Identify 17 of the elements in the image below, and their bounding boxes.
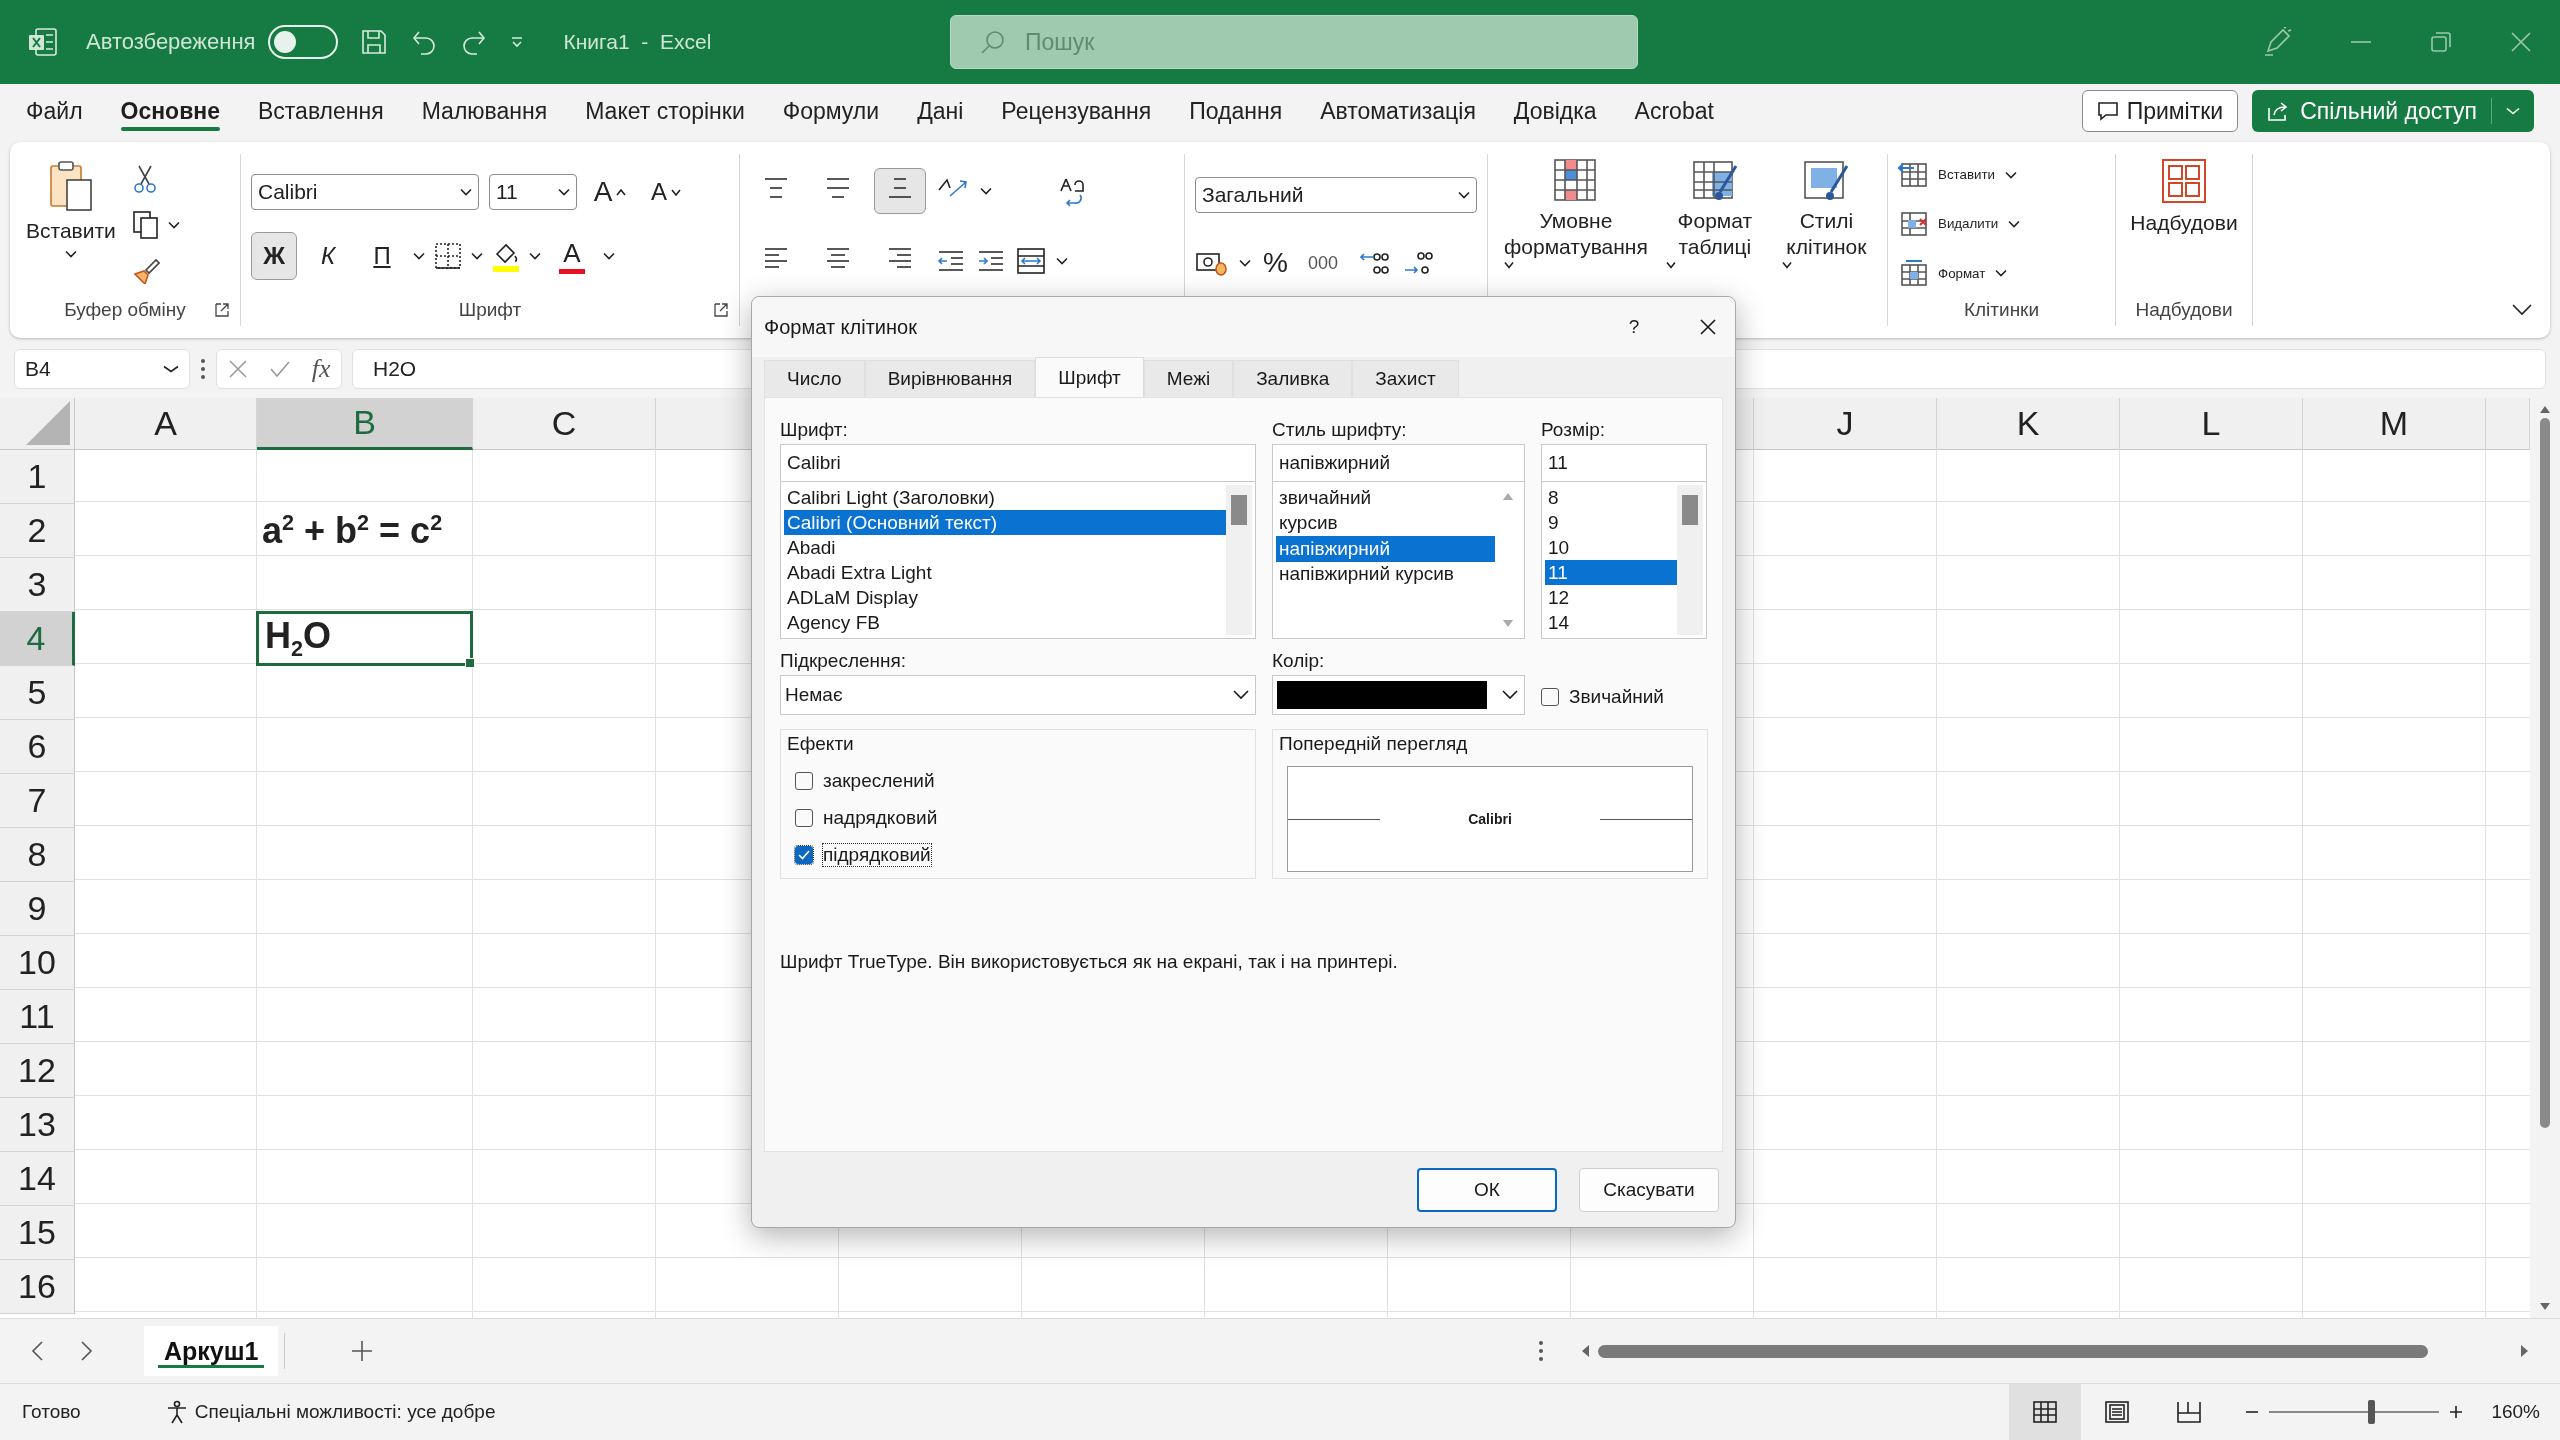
field-label: Стиль шрифту: xyxy=(1272,418,1408,442)
group-label: Шрифт xyxy=(458,299,522,321)
field-label: Шрифт: xyxy=(780,418,849,442)
autosave-label: Автозбереження xyxy=(86,29,256,55)
font-description: Шрифт TrueType. Він використовується як на екрані, так і на принтері. xyxy=(780,951,1399,973)
group-label: Ефекти xyxy=(787,733,854,755)
group-label: Клітинки xyxy=(1963,299,2040,321)
field-label: Розмір: xyxy=(1541,418,1607,442)
dialog-title: Формат клітинок xyxy=(764,315,917,339)
group-label: Попередній перегляд xyxy=(1279,733,1468,755)
window-title: Книга1 - Excel xyxy=(563,30,712,54)
field-label: Підкреслення: xyxy=(780,649,908,673)
group-label: Буфер обміну xyxy=(64,299,186,321)
group-label: Надбудови xyxy=(2135,299,2233,321)
preview-box: Calibri xyxy=(1287,766,1693,872)
field-label: Колір: xyxy=(1272,649,1326,673)
status-text: Готово xyxy=(22,1401,81,1423)
